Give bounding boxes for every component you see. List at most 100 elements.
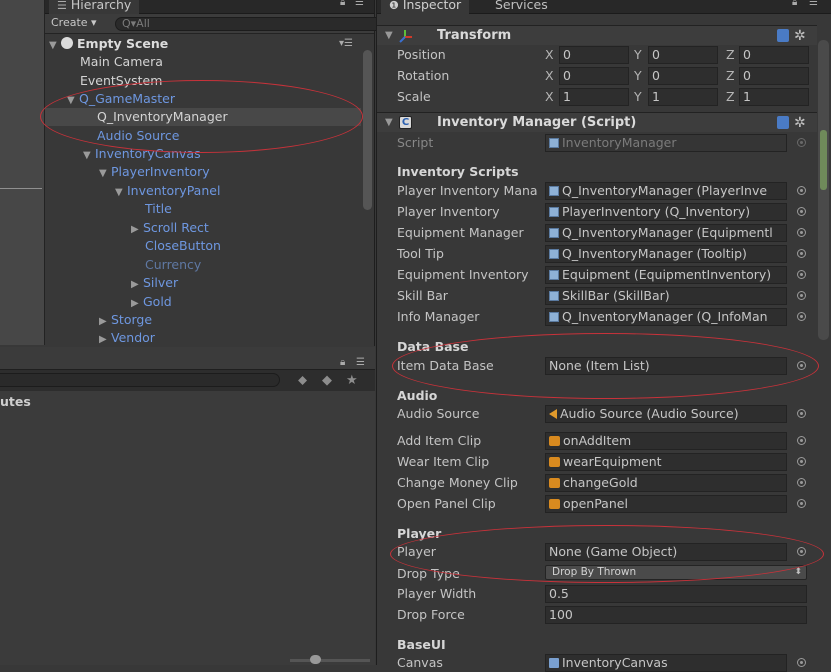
canvas-field[interactable]: InventoryCanvas	[545, 654, 787, 672]
rotation-z-field[interactable]: 0	[739, 67, 809, 85]
tree-item-main-camera[interactable]: Main Camera	[80, 53, 396, 71]
object-picker-icon[interactable]	[797, 457, 806, 466]
tool-tip-field[interactable]: Q_InventoryManager (Tooltip)	[545, 245, 787, 263]
expand-arrow-icon[interactable]: ▶	[131, 276, 143, 294]
help-book-icon[interactable]	[777, 29, 789, 42]
foldout-arrow-icon[interactable]: ▼	[385, 26, 393, 46]
foldout-arrow-icon[interactable]: ▼	[385, 113, 393, 133]
rotation-y-label[interactable]: Y	[634, 68, 642, 83]
lock-icon[interactable]: 🔒︎	[340, 0, 345, 8]
create-button[interactable]: Create ▾	[51, 16, 97, 29]
panel-menu-icon[interactable]: ☰	[356, 357, 365, 368]
rotation-z-label[interactable]: Z	[726, 68, 735, 83]
position-y-field[interactable]: 0	[648, 46, 718, 64]
item-data-base-field[interactable]: None (Item List)	[545, 357, 787, 375]
audio-source-field[interactable]: Audio Source (Audio Source)	[545, 405, 787, 423]
inspector-scrollbar-thumb[interactable]	[820, 130, 827, 190]
tree-item-q-gamemaster[interactable]: ▼ Q_GameMaster	[67, 90, 383, 108]
filter-type-icon[interactable]: ⬥	[298, 373, 307, 388]
scale-y-field[interactable]: 1	[648, 88, 718, 106]
object-picker-icon[interactable]	[797, 499, 806, 508]
gear-icon[interactable]: ✲	[794, 113, 806, 133]
scale-x-label[interactable]: X	[545, 89, 554, 104]
drop-type-dropdown[interactable]: Drop By Thrown ⬍	[545, 565, 807, 580]
tree-item-storge[interactable]: ▶ Storge	[99, 311, 415, 329]
position-x-label[interactable]: X	[545, 47, 554, 62]
transform-header[interactable]: ▼ Transform ✲	[377, 25, 817, 45]
equipment-manager-field[interactable]: Q_InventoryManager (Equipmentl	[545, 224, 787, 242]
drop-force-field[interactable]: 100	[545, 606, 807, 624]
project-search-input[interactable]	[0, 373, 280, 387]
object-picker-icon[interactable]	[797, 249, 806, 258]
label-tag-icon[interactable]: ◆	[322, 373, 332, 388]
lock-icon[interactable]: 🔒︎	[340, 357, 345, 368]
position-z-field[interactable]: 0	[739, 46, 809, 64]
enable-checkbox[interactable]: C	[399, 116, 412, 129]
object-picker-icon[interactable]	[797, 186, 806, 195]
zoom-slider-track[interactable]	[290, 659, 370, 662]
audio-source-label: Audio Source	[397, 406, 480, 421]
tab-inspector[interactable]: ❶ Inspector	[381, 0, 470, 14]
inventory-manager-header[interactable]: ▼ C Inventory Manager (Script) ✲	[377, 112, 817, 132]
object-picker-icon[interactable]	[797, 228, 806, 237]
expand-arrow-icon[interactable]: ▼	[49, 37, 61, 55]
player-inventory-manager-field[interactable]: Q_InventoryManager (PlayerInve	[545, 182, 787, 200]
scale-z-field[interactable]: 1	[739, 88, 809, 106]
rotation-y-field[interactable]: 0	[648, 67, 718, 85]
add-item-clip-field[interactable]: onAddItem	[545, 432, 787, 450]
object-picker-icon[interactable]	[797, 658, 806, 667]
favorite-star-icon[interactable]: ★	[346, 373, 358, 388]
object-picker-icon[interactable]	[797, 409, 806, 418]
object-picker-icon[interactable]	[797, 361, 806, 370]
help-book-icon[interactable]	[777, 116, 789, 129]
position-z-label[interactable]: Z	[726, 47, 735, 62]
inspector-scrollbar[interactable]	[818, 40, 829, 340]
hierarchy-scrollbar[interactable]	[363, 50, 372, 210]
object-picker-icon[interactable]	[797, 207, 806, 216]
lock-icon[interactable]: 🔒︎	[792, 0, 797, 8]
panel-menu-icon[interactable]: ☰	[355, 0, 364, 8]
object-picker-icon[interactable]	[797, 436, 806, 445]
object-picker-icon[interactable]	[797, 270, 806, 279]
expand-arrow-icon[interactable]: ▼	[83, 147, 95, 165]
tree-item-eventsystem[interactable]: EventSystem	[80, 72, 396, 90]
inspector-tabbar: ❶ Inspector Services 🔒︎ ☰	[377, 0, 831, 14]
tree-item-label: Q_GameMaster	[79, 91, 175, 106]
scene-view[interactable]	[0, 0, 45, 345]
panel-menu-icon[interactable]: ☰	[809, 0, 818, 8]
open-panel-clip-field[interactable]: openPanel	[545, 495, 787, 513]
object-picker-icon[interactable]	[797, 478, 806, 487]
scale-y-label[interactable]: Y	[634, 89, 642, 104]
tab-hierarchy[interactable]: ☰ Hierarchy	[49, 0, 140, 14]
rotation-x-field[interactable]: 0	[559, 67, 629, 85]
object-picker-icon[interactable]	[797, 291, 806, 300]
tab-hierarchy-label: Hierarchy	[70, 0, 132, 12]
hierarchy-search-input[interactable]: Q▾All	[115, 17, 405, 31]
scale-x-field[interactable]: 1	[559, 88, 629, 106]
info-manager-field[interactable]: Q_InventoryManager (Q_InfoMan	[545, 308, 787, 326]
tree-item-vendor[interactable]: ▶ Vendor	[99, 329, 415, 347]
scene-row[interactable]: ▼ Empty Scene ▾☰	[49, 35, 365, 53]
gear-icon[interactable]: ✲	[794, 26, 806, 46]
player-width-field[interactable]: 0.5	[545, 585, 807, 603]
expand-arrow-icon[interactable]: ▼	[115, 184, 127, 202]
tree-item-inventorycanvas[interactable]: ▼ InventoryCanvas	[83, 145, 399, 163]
skill-bar-field[interactable]: SkillBar (SkillBar)	[545, 287, 787, 305]
player-field[interactable]: None (Game Object)	[545, 543, 787, 561]
scene-menu-icon[interactable]: ▾☰	[339, 35, 353, 53]
rotation-x-label[interactable]: X	[545, 68, 554, 83]
scale-z-label[interactable]: Z	[726, 89, 735, 104]
zoom-slider-thumb[interactable]	[310, 655, 321, 664]
player-inventory-field[interactable]: PlayerInventory (Q_Inventory)	[545, 203, 787, 221]
position-x-field[interactable]: 0	[559, 46, 629, 64]
tab-services[interactable]: Services	[495, 0, 548, 13]
wear-item-clip-field[interactable]: wearEquipment	[545, 453, 787, 471]
change-money-clip-field[interactable]: changeGold	[545, 474, 787, 492]
tree-item-q-inventorymanager[interactable]: Q_InventoryManager	[45, 108, 361, 126]
object-picker-icon[interactable]	[797, 312, 806, 321]
equipment-inventory-field[interactable]: Equipment (EquipmentInventory)	[545, 266, 787, 284]
expand-arrow-icon[interactable]: ▶	[131, 221, 143, 239]
object-picker-icon[interactable]	[797, 547, 806, 556]
expand-arrow-icon[interactable]: ▼	[99, 165, 111, 183]
position-y-label[interactable]: Y	[634, 47, 642, 62]
